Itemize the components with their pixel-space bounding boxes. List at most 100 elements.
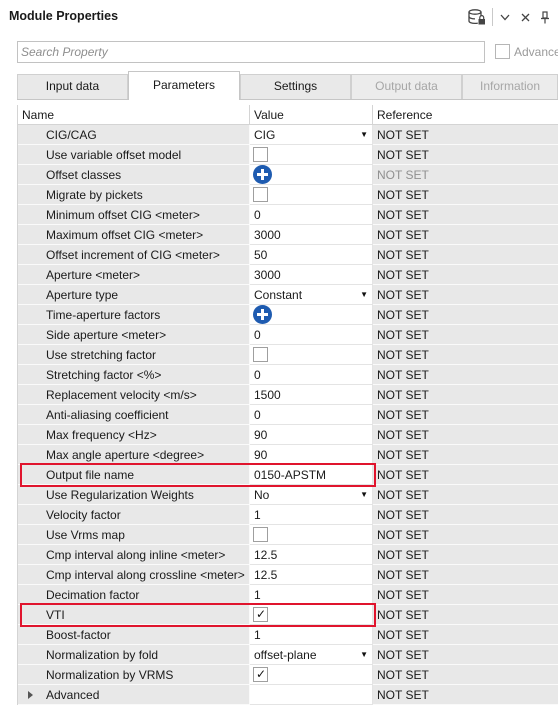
- dropdown-arrow-icon[interactable]: ▼: [360, 645, 368, 664]
- property-reference[interactable]: NOT SET: [373, 305, 558, 325]
- pin-icon[interactable]: [538, 8, 552, 26]
- property-value[interactable]: [250, 185, 373, 205]
- property-reference[interactable]: NOT SET: [373, 265, 558, 285]
- property-row-boost-factor[interactable]: Boost-factor 1 NOT SET: [18, 625, 558, 645]
- property-value[interactable]: 90: [250, 425, 373, 445]
- property-value[interactable]: [250, 345, 373, 365]
- property-row-normalization-by-fold[interactable]: Normalization by fold offset-plane ▼ NOT SE…: [18, 645, 558, 665]
- chevron-down-icon[interactable]: [498, 8, 512, 26]
- add-icon[interactable]: [253, 305, 272, 324]
- tab-parameters[interactable]: Parameters: [128, 71, 240, 100]
- close-icon[interactable]: [518, 8, 532, 26]
- property-row-aperture[interactable]: Aperture <meter> 3000 NOT SET: [18, 265, 558, 285]
- value-input[interactable]: 12.5: [254, 568, 277, 582]
- column-header-reference[interactable]: Reference: [373, 105, 558, 125]
- value-checkbox[interactable]: [253, 527, 268, 542]
- property-value[interactable]: CIG ▼: [250, 125, 373, 145]
- column-header-value[interactable]: Value: [250, 105, 373, 125]
- property-value[interactable]: [250, 165, 373, 185]
- value-input[interactable]: 1: [254, 588, 261, 602]
- property-reference[interactable]: NOT SET: [373, 185, 558, 205]
- value-select[interactable]: Constant: [254, 288, 302, 302]
- property-row-anti-aliasing-coefficient[interactable]: Anti-aliasing coefficient 0 NOT SET: [18, 405, 558, 425]
- property-row-side-aperture[interactable]: Side aperture <meter> 0 NOT SET: [18, 325, 558, 345]
- value-select[interactable]: CIG: [254, 128, 275, 142]
- property-row-aperture-type[interactable]: Aperture type Constant ▼ NOT SET: [18, 285, 558, 305]
- property-value[interactable]: ✓: [250, 665, 373, 685]
- property-row-vti[interactable]: VTI ✓ NOT SET: [18, 605, 558, 625]
- tab-information[interactable]: Information: [462, 74, 558, 99]
- property-reference[interactable]: NOT SET: [373, 425, 558, 445]
- value-input[interactable]: 12.5: [254, 548, 277, 562]
- property-reference[interactable]: NOT SET: [373, 585, 558, 605]
- property-reference[interactable]: NOT SET: [373, 605, 558, 625]
- value-input[interactable]: 50: [254, 248, 267, 262]
- property-value[interactable]: 1: [250, 625, 373, 645]
- property-value[interactable]: 0: [250, 205, 373, 225]
- property-row-migrate-by-pickets[interactable]: Migrate by pickets NOT SET: [18, 185, 558, 205]
- property-row-offset-increment-of-cig[interactable]: Offset increment of CIG <meter> 50 NOT SET: [18, 245, 558, 265]
- value-checkbox[interactable]: ✓: [253, 667, 268, 682]
- value-checkbox[interactable]: [253, 147, 268, 162]
- property-reference[interactable]: NOT SET: [373, 565, 558, 585]
- property-value[interactable]: ✓: [250, 605, 373, 625]
- property-row-output-file-name[interactable]: Output file name 0150-APSTM NOT SET: [18, 465, 558, 485]
- property-reference[interactable]: NOT SET: [373, 485, 558, 505]
- property-reference[interactable]: NOT SET: [373, 505, 558, 525]
- property-value[interactable]: No ▼: [250, 485, 373, 505]
- value-input[interactable]: 1: [254, 508, 261, 522]
- property-value[interactable]: offset-plane ▼: [250, 645, 373, 665]
- add-icon[interactable]: [253, 165, 272, 184]
- property-reference[interactable]: NOT SET: [373, 545, 558, 565]
- property-reference[interactable]: NOT SET: [373, 325, 558, 345]
- property-row-velocity-factor[interactable]: Velocity factor 1 NOT SET: [18, 505, 558, 525]
- value-input[interactable]: 90: [254, 448, 267, 462]
- property-row-max-frequency[interactable]: Max frequency <Hz> 90 NOT SET: [18, 425, 558, 445]
- value-select[interactable]: No: [254, 488, 269, 502]
- property-row-stretching-factor[interactable]: Stretching factor <%> 0 NOT SET: [18, 365, 558, 385]
- property-reference[interactable]: NOT SET: [373, 125, 558, 145]
- property-value[interactable]: 12.5: [250, 565, 373, 585]
- property-value[interactable]: Constant ▼: [250, 285, 373, 305]
- property-value[interactable]: 3000: [250, 225, 373, 245]
- property-row-use-stretching-factor[interactable]: Use stretching factor NOT SET: [18, 345, 558, 365]
- database-lock-icon[interactable]: [466, 8, 488, 26]
- property-reference[interactable]: NOT SET: [373, 645, 558, 665]
- property-value[interactable]: 1500: [250, 385, 373, 405]
- property-value[interactable]: 0150-APSTM: [250, 465, 373, 485]
- property-reference[interactable]: NOT SET: [373, 625, 558, 645]
- property-value[interactable]: 50: [250, 245, 373, 265]
- property-value[interactable]: 12.5: [250, 545, 373, 565]
- property-value[interactable]: 1: [250, 585, 373, 605]
- property-reference[interactable]: NOT SET: [373, 165, 558, 185]
- property-reference[interactable]: NOT SET: [373, 205, 558, 225]
- property-value[interactable]: 90: [250, 445, 373, 465]
- property-row-cmp-interval-along-inline[interactable]: Cmp interval along inline <meter> 12.5 NOT…: [18, 545, 558, 565]
- column-header-name[interactable]: Name: [18, 105, 250, 125]
- property-reference[interactable]: NOT SET: [373, 225, 558, 245]
- property-reference[interactable]: NOT SET: [373, 345, 558, 365]
- dropdown-arrow-icon[interactable]: ▼: [360, 485, 368, 504]
- property-reference[interactable]: NOT SET: [373, 285, 558, 305]
- advanced-checkbox[interactable]: [495, 44, 510, 59]
- property-reference[interactable]: NOT SET: [373, 465, 558, 485]
- property-value[interactable]: [250, 305, 373, 325]
- property-reference[interactable]: NOT SET: [373, 525, 558, 545]
- value-input[interactable]: 1: [254, 628, 261, 642]
- property-row-use-regularization-weights[interactable]: Use Regularization Weights No ▼ NOT SET: [18, 485, 558, 505]
- value-input[interactable]: 1500: [254, 388, 281, 402]
- value-select[interactable]: offset-plane: [254, 648, 317, 662]
- property-reference[interactable]: NOT SET: [373, 385, 558, 405]
- property-reference[interactable]: NOT SET: [373, 445, 558, 465]
- property-row-time-aperture-factors[interactable]: Time-aperture factors NOT SET: [18, 305, 558, 325]
- dropdown-arrow-icon[interactable]: ▼: [360, 125, 368, 144]
- value-input[interactable]: 0: [254, 208, 261, 222]
- property-value[interactable]: [250, 525, 373, 545]
- property-reference[interactable]: NOT SET: [373, 145, 558, 165]
- dropdown-arrow-icon[interactable]: ▼: [360, 285, 368, 304]
- value-input[interactable]: 3000: [254, 228, 281, 242]
- value-input[interactable]: 90: [254, 428, 267, 442]
- property-value[interactable]: 0: [250, 325, 373, 345]
- value-input[interactable]: 0: [254, 368, 261, 382]
- property-row-cmp-interval-along-crossline[interactable]: Cmp interval along crossline <meter> 12.5…: [18, 565, 558, 585]
